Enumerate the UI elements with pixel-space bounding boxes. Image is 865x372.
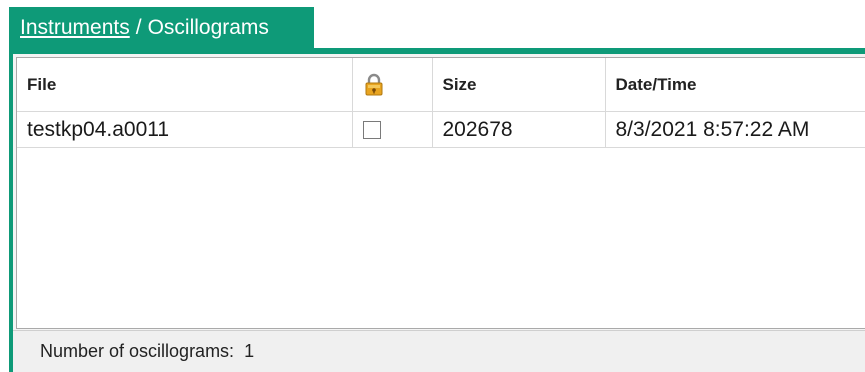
oscillogram-count-value: 1 (244, 341, 255, 361)
lock-icon (363, 73, 385, 97)
breadcrumb-instruments-link[interactable]: Instruments (20, 16, 130, 40)
column-header-datetime[interactable]: Date/Time (605, 58, 865, 112)
oscillograms-view: Instruments / Oscillograms File Size Dat… (0, 0, 865, 372)
column-header-lock[interactable] (352, 58, 433, 112)
cell-datetime[interactable]: 8/3/2021 8:57:22 AM (605, 111, 865, 148)
breadcrumb-current: Oscillograms (147, 15, 269, 39)
table-row[interactable]: testkp04.a0011 202678 8/3/2021 8:57:22 A… (17, 111, 865, 148)
breadcrumb: Instruments / Oscillograms (9, 7, 314, 48)
status-bar: Number of oscillograms: 1 (13, 330, 865, 372)
cell-size[interactable]: 202678 (432, 111, 606, 148)
cell-file[interactable]: testkp04.a0011 (17, 111, 353, 148)
lock-checkbox[interactable] (362, 120, 381, 139)
oscillograms-panel: File Size Date/Time testkp04.a0011 20267… (13, 54, 865, 372)
table-header-row: File Size Date/Time (17, 58, 865, 112)
cell-lock (352, 111, 433, 148)
oscillogram-count-label: Number of oscillograms: (40, 341, 235, 361)
column-header-file[interactable]: File (17, 58, 353, 112)
oscillograms-table-area: File Size Date/Time testkp04.a0011 20267… (16, 57, 865, 329)
oscillograms-table: File Size Date/Time testkp04.a0011 20267… (17, 58, 865, 148)
column-header-size[interactable]: Size (432, 58, 606, 112)
breadcrumb-separator: / (135, 15, 142, 39)
